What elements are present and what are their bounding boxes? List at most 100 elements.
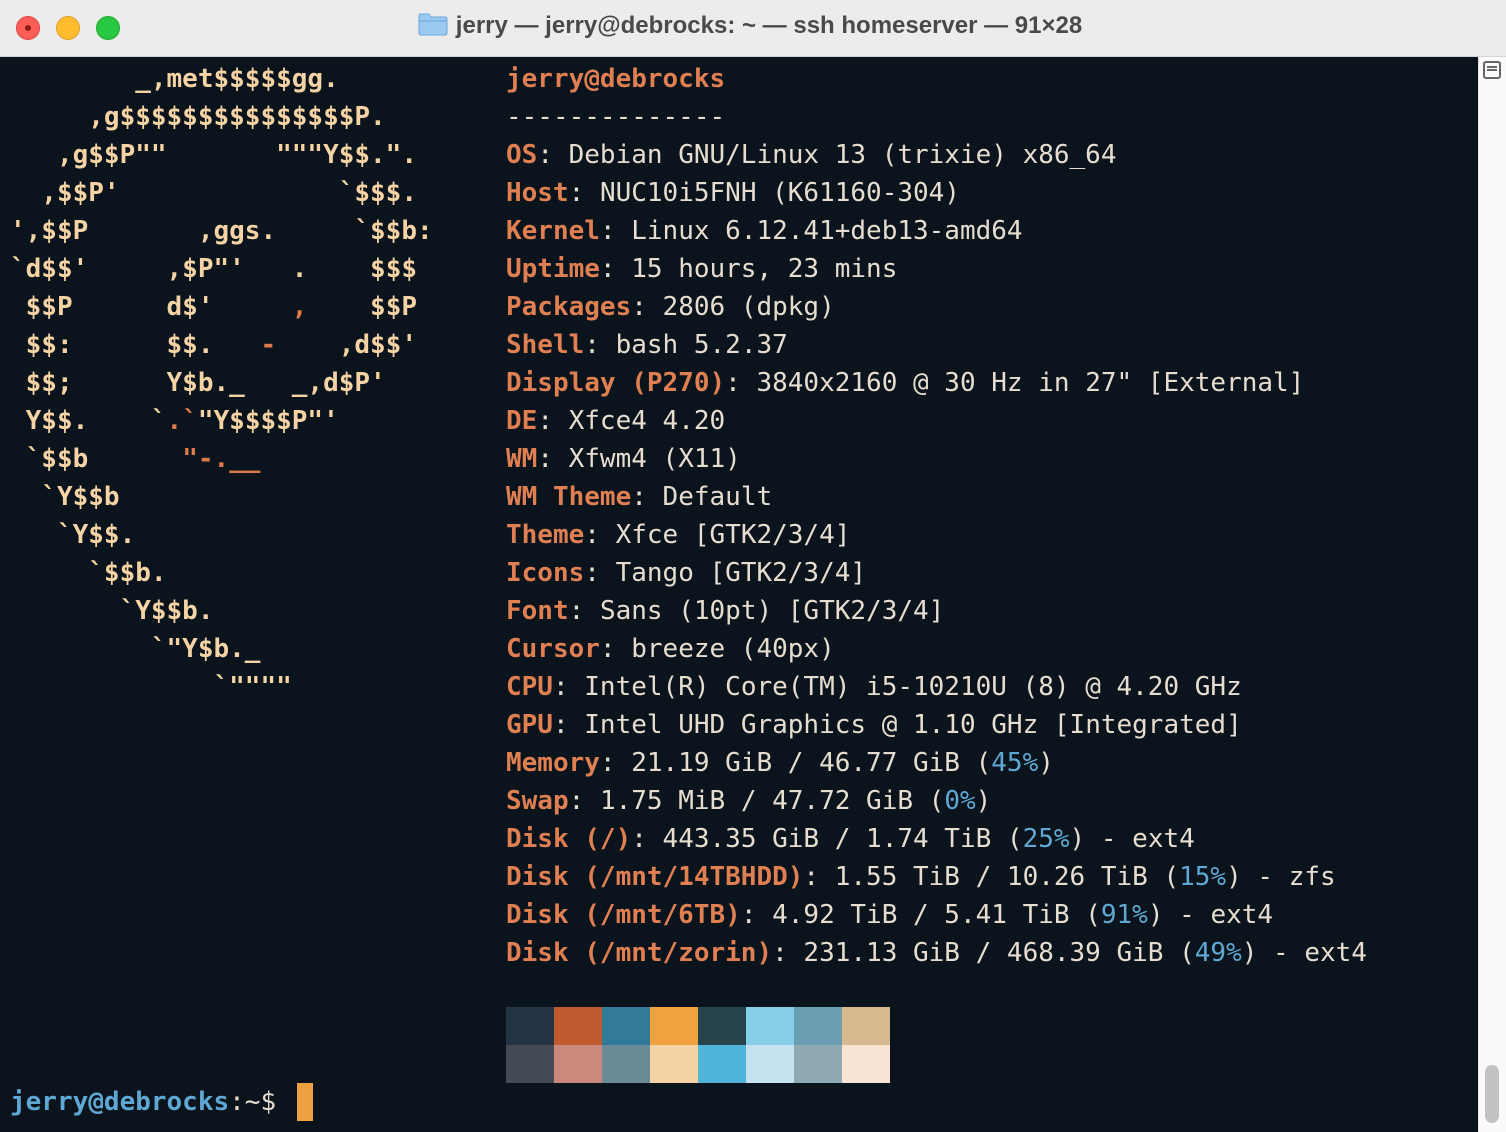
info-value: Xfce4 4.20 [568,406,726,436]
info-key: Disk (/) [506,824,632,854]
color-swatch [554,1007,602,1045]
info-colon: : [772,938,804,968]
logo-line: `$$b "-.__ [10,440,261,478]
info-colon: : [568,596,600,626]
info-key: Disk (/mnt/zorin) [506,938,773,968]
info-line: Disk (/mnt/zorin): 231.13 GiB / 468.39 G… [506,934,1367,972]
info-colon: : [584,330,616,360]
info-key: Swap [506,786,569,816]
user-host: jerry@debrocks [506,64,726,94]
logo-line: `"""" [10,668,292,706]
info-line: Kernel: Linux 6.12.41+deb13-amd64 [506,212,1023,250]
logo-line: `Y$$b [10,478,120,516]
info-line: WM: Xfwm4 (X11) [506,440,741,478]
usage-percent: 25% [1022,824,1070,854]
info-colon: : [537,444,569,474]
color-swatch [554,1045,602,1083]
info-line: Shell: bash 5.2.37 [506,326,788,364]
usage-percent: 0% [944,786,976,816]
logo-line: $$: $$. - ,d$$' [10,326,417,364]
info-value: Sans (10pt) [GTK2/3/4] [599,596,945,626]
logo-line: _,met$$$$$gg. [10,60,339,98]
info-value-suffix: ) - ext4 [1147,900,1274,930]
color-swatch [506,1007,554,1045]
logo-accent-text [307,254,323,284]
scrollbar[interactable] [1478,57,1506,1132]
info-line: Display (P270): 3840x2160 @ 30 Hz in 27"… [506,364,1304,402]
info-line: Icons: Tango [GTK2/3/4] [506,554,866,592]
info-colon: : [631,292,663,322]
info-key: Uptime [506,254,600,284]
color-swatch [794,1045,842,1083]
info-value: 21.19 GiB / 46.77 GiB ( [631,748,992,778]
shell-prompt: jerry@debrocks:~$ [10,1083,276,1121]
logo-text: `"""" [10,672,292,702]
scroll-thumb[interactable] [1485,1065,1499,1123]
info-value: 15 hours, 23 mins [631,254,898,284]
info-colon: : [631,824,663,854]
info-key: GPU [506,710,553,740]
terminal-content[interactable]: _,met$$$$$gg. ,g$$$$$$$$$$$$$$$P. ,g$$P"… [0,57,1478,1132]
info-key: Kernel [506,216,600,246]
text-cursor [297,1083,313,1121]
logo-text: `Y$$b [10,482,120,512]
info-colon: : [631,482,663,512]
info-line: Disk (/mnt/14TBHDD): 1.55 TiB / 10.26 Ti… [506,858,1336,896]
info-line: Uptime: 15 hours, 23 mins [506,250,897,288]
info-key: Host [506,178,569,208]
info-key: Theme [506,520,585,550]
logo-line: ,$$P' `$$$. [10,174,417,212]
info-value-suffix: ) [975,786,992,816]
logo-line: `Y$$b. [10,592,214,630]
info-key: Display (P270) [506,368,726,398]
info-colon: : [599,216,632,246]
prompt-path: :~$ [229,1087,277,1117]
info-key: Shell [506,330,585,360]
info-key: CPU [506,672,553,702]
info-value: Intel UHD Graphics @ 1.10 GHz [Integrate… [584,710,1242,740]
info-value: 231.13 GiB / 468.39 GiB ( [803,938,1195,968]
info-line: Swap: 1.75 MiB / 47.72 GiB (0%) [506,782,991,820]
info-line: Packages: 2806 (dpkg) [506,288,835,326]
folder-icon [418,13,448,36]
info-key: Cursor [506,634,600,664]
info-line: DE: Xfce4 4.20 [506,402,725,440]
color-swatch [602,1045,650,1083]
logo-accent-text: .` [166,406,198,436]
logo-accent-text: , [291,292,308,322]
logo-line: $$P d$' , $$P [10,288,417,326]
info-value: 443.35 GiB / 1.74 TiB ( [662,824,1023,854]
info-value: Debian GNU/Linux 13 (trixie) x86_64 [568,140,1117,170]
logo-text: `d$$' ,$P"' . [10,254,308,284]
info-value: breeze (40px) [631,634,835,664]
info-key: Disk (/mnt/14TBHDD) [506,862,804,892]
logo-accent-text: - [260,330,277,360]
logo-text: $$$ [323,254,417,284]
info-value-suffix: ) [1038,748,1054,778]
logo-text: ',$$P ,ggs. `$$b: [10,216,433,246]
info-value: 1.55 TiB / 10.26 TiB ( [834,862,1180,892]
info-colon: : [584,520,616,550]
prompt-user-host: jerry@debrocks [10,1087,230,1117]
scrollbar-menu-icon[interactable] [1483,61,1501,79]
info-key: Font [506,596,569,626]
color-swatch [602,1007,650,1045]
info-value: Tango [GTK2/3/4] [615,558,867,588]
info-line: jerry@debrocks [506,60,725,98]
logo-text: ,d$$' [276,330,417,360]
info-key: Icons [506,558,585,588]
info-colon: : [599,254,632,284]
info-colon: : [552,672,585,702]
logo-line: `d$$' ,$P"' . $$$ [10,250,417,288]
info-colon: : [599,748,632,778]
info-value: Xfce [GTK2/3/4] [615,520,851,550]
info-value: Default [662,482,773,512]
logo-text: $$P d$' [10,292,292,322]
info-line: Font: Sans (10pt) [GTK2/3/4] [506,592,944,630]
usage-percent: 49% [1194,938,1242,968]
info-colon: : [552,710,585,740]
logo-line: $$; Y$b._ _,d$P' [10,364,386,402]
logo-text: `"Y$b._ [10,634,261,664]
usage-percent: 45% [991,748,1039,778]
info-value: bash 5.2.37 [615,330,788,360]
